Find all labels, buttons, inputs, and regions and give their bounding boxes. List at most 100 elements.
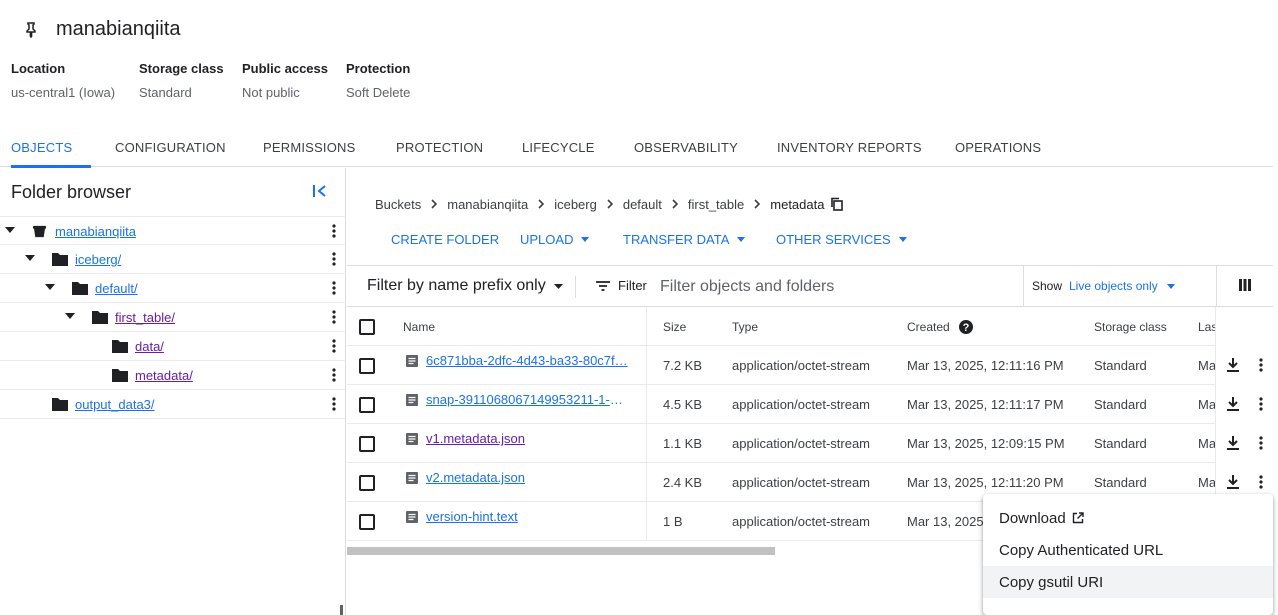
more-vert-icon[interactable] (1253, 396, 1269, 412)
more-vert-icon[interactable] (326, 223, 342, 239)
more-vert-icon[interactable] (326, 251, 342, 267)
tree-item-metadata[interactable]: metadata/ (0, 361, 346, 390)
view-columns-icon[interactable] (1238, 278, 1252, 292)
tree-item-label[interactable]: output_data3/ (75, 397, 155, 412)
more-vert-icon[interactable] (1253, 474, 1269, 490)
caret-down-icon[interactable] (45, 284, 55, 292)
help-icon[interactable]: ? (958, 319, 974, 335)
tree-item-label[interactable]: data/ (135, 339, 164, 354)
object-created: Mar 13, 2025, 12:09:15 PM (907, 436, 1065, 451)
object-context-menu: Download Copy Authenticated URL Copy gsu… (983, 494, 1273, 615)
prefix-filter-select[interactable]: Filter by name prefix only (367, 277, 563, 295)
other-services-button[interactable]: OTHER SERVICES (776, 232, 907, 247)
tree-item-first-table[interactable]: first_table/ (0, 303, 346, 332)
horizontal-scrollbar[interactable] (347, 547, 775, 555)
transfer-data-button[interactable]: TRANSFER DATA (623, 232, 746, 247)
tree-item-label[interactable]: first_table/ (115, 310, 175, 325)
other-services-label: OTHER SERVICES (776, 232, 891, 247)
breadcrumb-current: metadata (770, 196, 825, 212)
upload-button[interactable]: UPLOAD (520, 232, 590, 247)
object-name-link[interactable]: v2.metadata.json (426, 470, 525, 485)
tree-item-label[interactable]: iceberg/ (75, 252, 121, 267)
object-size: 7.2 KB (663, 358, 703, 373)
column-header-created[interactable]: Created ? (907, 307, 974, 346)
filter-button[interactable]: Filter (596, 278, 647, 293)
pin-icon[interactable] (22, 20, 40, 38)
tree-item-iceberg[interactable]: iceberg/ (0, 245, 346, 274)
breadcrumb-default[interactable]: default (623, 197, 662, 212)
more-vert-icon[interactable] (1253, 435, 1269, 451)
tab-inventory-reports[interactable]: INVENTORY REPORTS (777, 134, 922, 167)
tree-item-label[interactable]: metadata/ (135, 368, 193, 383)
object-storage-class: Standard (1094, 397, 1147, 412)
column-header-size[interactable]: Size (663, 307, 686, 346)
table-row[interactable]: v1.metadata.json 1.1 KB application/octe… (347, 424, 1273, 463)
tree-item-label[interactable]: manabianqiita (55, 224, 136, 239)
object-size: 1.1 KB (663, 436, 703, 451)
breadcrumb-iceberg[interactable]: iceberg (554, 197, 597, 212)
collapse-panel-icon[interactable] (311, 182, 329, 200)
tab-protection[interactable]: PROTECTION (396, 134, 483, 167)
menu-item-copy-authenticated-url[interactable]: Copy Authenticated URL (983, 534, 1273, 566)
column-header-storage-class[interactable]: Storage class (1094, 307, 1167, 346)
filter-label: Filter (618, 278, 647, 293)
download-icon[interactable] (1226, 396, 1240, 412)
object-name-link[interactable]: snap-3911068067149953211-1-6… (426, 392, 630, 407)
object-name-link[interactable]: version-hint.text (426, 509, 518, 524)
menu-item-download[interactable]: Download (983, 502, 1273, 534)
folder-icon (112, 369, 128, 382)
more-vert-icon[interactable] (326, 396, 342, 412)
more-vert-icon[interactable] (326, 309, 342, 325)
table-row[interactable]: 6c871bba-2dfc-4d43-ba33-80c7f… 7.2 KB ap… (347, 346, 1273, 385)
object-type: application/octet-stream (732, 514, 871, 529)
download-icon[interactable] (1226, 357, 1240, 373)
more-vert-icon[interactable] (326, 280, 342, 296)
tree-item-manabianqiita[interactable]: manabianqiita (0, 216, 346, 245)
menu-item-label: Copy Authenticated URL (999, 541, 1164, 559)
copy-icon[interactable] (830, 197, 844, 211)
breadcrumb-buckets[interactable]: Buckets (375, 197, 421, 212)
row-checkbox[interactable] (359, 513, 375, 530)
caret-down-icon[interactable] (65, 313, 75, 321)
tab-objects[interactable]: OBJECTS (11, 134, 91, 168)
filter-objects-input[interactable] (660, 276, 1020, 298)
chevron-right-icon (672, 199, 679, 209)
tab-observability[interactable]: OBSERVABILITY (634, 134, 738, 167)
object-type: application/octet-stream (732, 358, 871, 373)
breadcrumb-first-table[interactable]: first_table (688, 197, 744, 212)
breadcrumb-bucket[interactable]: manabianqiita (447, 197, 528, 212)
location-value: us-central1 (Iowa) (11, 85, 116, 100)
table-row[interactable]: snap-3911068067149953211-1-6… 4.5 KB app… (347, 385, 1273, 424)
show-objects-select[interactable]: Live objects only (1069, 279, 1175, 293)
tab-operations[interactable]: OPERATIONS (955, 134, 1041, 167)
tree-item-output-data3[interactable]: output_data3/ (0, 390, 346, 419)
select-all-checkbox[interactable] (359, 318, 375, 335)
object-name-link[interactable]: 6c871bba-2dfc-4d43-ba33-80c7f… (426, 353, 628, 368)
row-checkbox[interactable] (359, 357, 375, 374)
more-vert-icon[interactable] (326, 338, 342, 354)
more-vert-icon[interactable] (1253, 357, 1269, 373)
download-icon[interactable] (1226, 474, 1240, 490)
create-folder-button[interactable]: CREATE FOLDER (391, 232, 499, 247)
tab-permissions[interactable]: PERMISSIONS (263, 134, 356, 167)
show-label: Show (1032, 279, 1063, 293)
more-vert-icon[interactable] (326, 367, 342, 383)
object-name-link[interactable]: v1.metadata.json (426, 431, 525, 446)
row-checkbox[interactable] (359, 474, 375, 491)
row-checkbox[interactable] (359, 435, 375, 452)
tab-lifecycle[interactable]: LIFECYCLE (522, 134, 595, 167)
tree-item-default[interactable]: default/ (0, 274, 346, 303)
row-checkbox[interactable] (359, 396, 375, 413)
tree-item-data[interactable]: data/ (0, 332, 346, 361)
storage-class-info: Storage class Standard (139, 61, 224, 100)
tree-item-label[interactable]: default/ (95, 281, 138, 296)
tab-configuration[interactable]: CONFIGURATION (115, 134, 226, 167)
caret-down-icon[interactable] (5, 227, 15, 235)
column-header-name[interactable]: Name (403, 307, 435, 346)
panel-resize-handle[interactable] (340, 605, 343, 615)
caret-down-icon[interactable] (25, 255, 35, 263)
column-header-type[interactable]: Type (732, 307, 758, 346)
protection-info: Protection Soft Delete (346, 61, 410, 100)
download-icon[interactable] (1226, 435, 1240, 451)
menu-item-copy-gsutil-uri[interactable]: Copy gsutil URI (983, 566, 1273, 598)
